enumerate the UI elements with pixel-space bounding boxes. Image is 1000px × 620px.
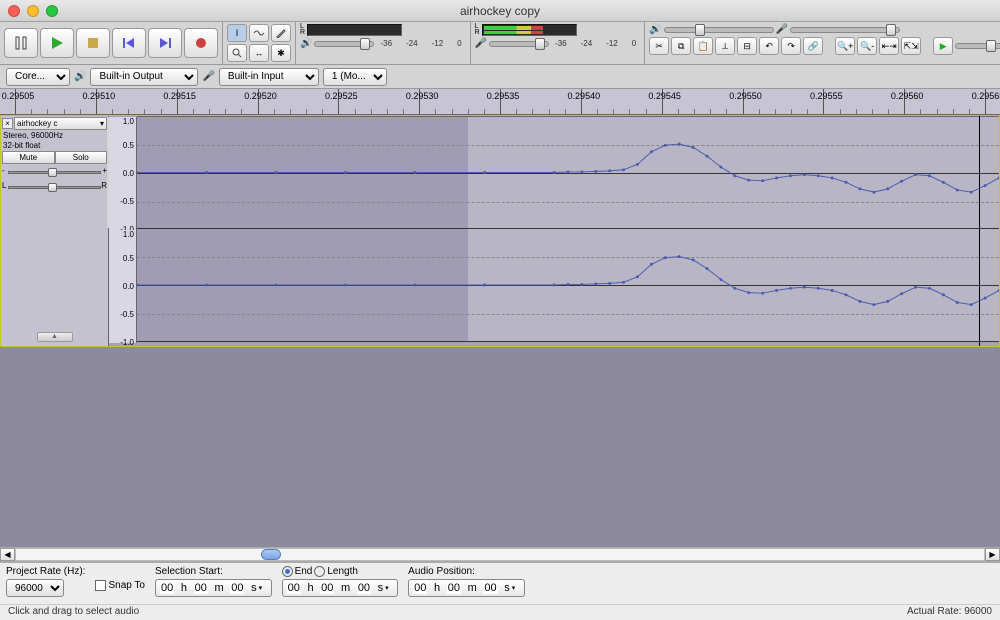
selection-toolbar: Project Rate (Hz): 96000 Snap To Selecti… [0,562,1000,604]
paste-button[interactable]: 📋 [693,37,713,55]
track-area: × airhockey c▾ Stereo, 96000Hz 32-bit fl… [0,115,1000,347]
cut-button[interactable]: ✂ [649,37,669,55]
stop-button[interactable] [76,28,110,58]
fit-selection-button[interactable]: ⇤⇥ [879,37,899,55]
input-meter[interactable] [482,24,577,36]
skip-end-button[interactable] [148,28,182,58]
skip-start-button[interactable] [112,28,146,58]
selection-start-label: Selection Start: [155,566,272,577]
silence-button[interactable]: ⊟ [737,37,757,55]
zoom-out-button[interactable]: 🔍- [857,37,877,55]
status-bar: Click and drag to select audio Actual Ra… [0,604,1000,620]
track-collapse-button[interactable]: ▲ [37,332,73,342]
copy-button[interactable]: ⧉ [671,37,691,55]
length-label: Length [327,566,358,577]
waveform-left-channel[interactable] [137,116,999,229]
trim-button[interactable]: ⟂ [715,37,735,55]
waveform-right-channel[interactable] [137,229,999,342]
envelope-tool[interactable] [249,24,269,42]
selection-end-time[interactable]: 00 h 00 m 00 s▾ [282,579,399,597]
selection-tool[interactable]: I [227,24,247,42]
track-menu[interactable]: airhockey c▾ [14,117,107,130]
end-radio[interactable] [282,566,293,577]
output-meter[interactable] [307,24,402,36]
input-meter-label: LR [475,24,480,36]
track-format-info: Stereo, 96000Hz [2,130,107,141]
record-gain-slider[interactable] [790,27,900,33]
mic-icon-2: 🎤 [776,24,788,35]
scroll-thumb[interactable] [261,549,281,560]
speaker-icon-3: 🔊 [74,71,86,82]
window-title: airhockey copy [0,4,1000,18]
track-bit-info: 32-bit float [2,141,107,150]
input-db-scale: -36-24-120 [551,39,640,48]
status-actual-rate: Actual Rate: 96000 [907,606,992,619]
output-volume-slider[interactable] [314,41,374,47]
length-radio[interactable] [314,566,325,577]
horizontal-scrollbar[interactable]: ◀ ▶ [0,547,1000,562]
input-volume-slider[interactable] [489,41,549,47]
empty-track-area[interactable] [0,347,1000,547]
track-control-panel: × airhockey c▾ Stereo, 96000Hz 32-bit fl… [1,116,109,346]
output-db-scale: -36-24-120 [376,39,465,48]
audio-position-time[interactable]: 00 h 00 m 00 s▾ [408,579,525,597]
pause-button[interactable] [4,28,38,58]
main-toolbar: I ↔ ✱ LR 🔊 -36-24-120 LR 🎤 -36-24-120 🔊 [0,22,1000,65]
record-button[interactable] [184,28,218,58]
project-rate-label: Project Rate (Hz): [6,566,85,577]
project-rate-select[interactable]: 96000 [6,579,64,597]
draw-tool[interactable] [271,24,291,42]
mic-icon: 🎤 [475,38,487,49]
speaker-icon: 🔊 [300,38,312,49]
snap-to-label: Snap To [108,580,145,591]
play-speed-slider[interactable] [955,43,1000,49]
selection-start-time[interactable]: 00 h 00 m 00 s▾ [155,579,272,597]
track-close-button[interactable]: × [2,118,13,129]
sync-lock-button[interactable]: 🔗 [803,37,823,55]
playback-gain-slider[interactable] [664,27,774,33]
track-pan-slider[interactable]: L R [8,182,101,194]
scroll-left-button[interactable]: ◀ [0,548,15,561]
solo-button[interactable]: Solo [55,151,108,164]
mute-button[interactable]: Mute [2,151,55,164]
input-channels-select[interactable]: 1 (Mo... [323,68,387,86]
play-at-speed-button[interactable]: ▶ [933,37,953,55]
fit-project-button[interactable]: ⇱⇲ [901,37,921,55]
end-label: End [295,566,313,577]
track-gain-slider[interactable]: - + [8,167,101,179]
mic-icon-3: 🎤 [202,71,214,82]
zoom-in-button[interactable]: 🔍+ [835,37,855,55]
output-meter-label: LR [300,24,305,36]
redo-button[interactable]: ↷ [781,37,801,55]
input-device-select[interactable]: Built-in Input [219,68,319,86]
status-hint: Click and drag to select audio [8,606,139,619]
timeshift-tool[interactable]: ↔ [249,44,269,62]
device-toolbar: Core... 🔊 Built-in Output 🎤 Built-in Inp… [0,65,1000,89]
snap-to-checkbox[interactable] [95,580,106,591]
speaker-icon-2: 🔊 [649,24,661,35]
audio-host-select[interactable]: Core... [6,68,70,86]
multi-tool[interactable]: ✱ [271,44,291,62]
zoom-tool[interactable] [227,44,247,62]
undo-button[interactable]: ↶ [759,37,779,55]
output-device-select[interactable]: Built-in Output [90,68,198,86]
scroll-right-button[interactable]: ▶ [985,548,1000,561]
play-button[interactable] [40,28,74,58]
edit-cursor [979,116,980,346]
timeline-ruler[interactable]: 0.295050.295100.295150.295200.295250.295… [0,89,1000,115]
waveform-display[interactable] [137,116,999,346]
audio-position-label: Audio Position: [408,566,525,577]
title-bar: airhockey copy [0,0,1000,22]
